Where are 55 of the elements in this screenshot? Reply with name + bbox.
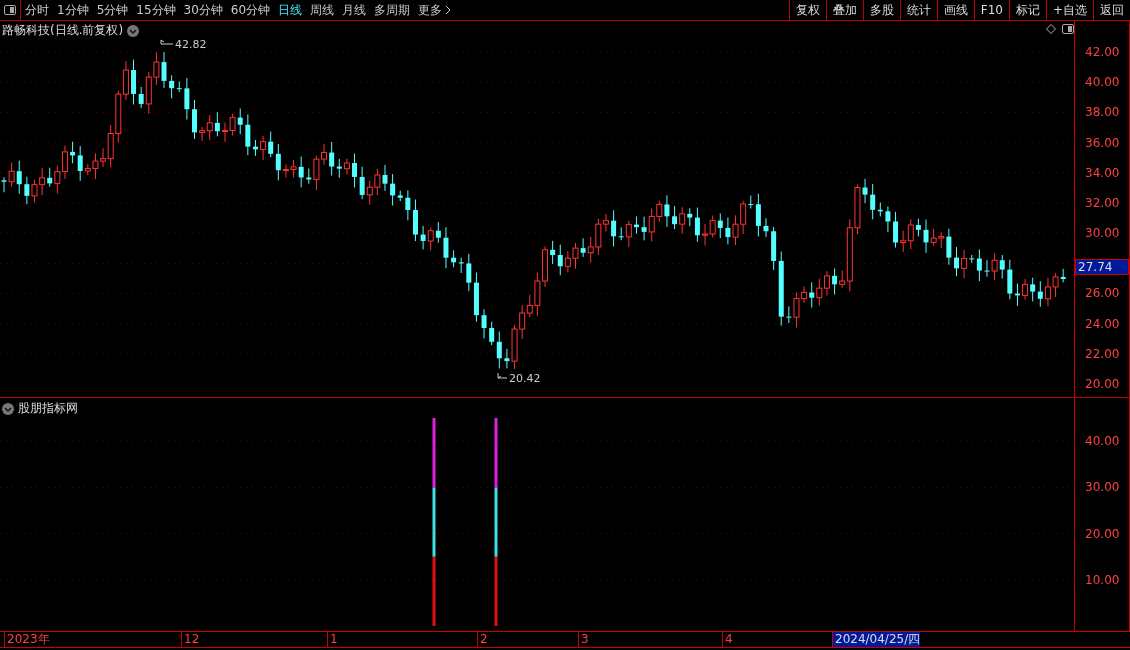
toolbar-button[interactable]: +自选 xyxy=(1045,0,1093,20)
toolbar-button[interactable]: 标记 xyxy=(1008,0,1046,20)
date-label: 2023年 xyxy=(4,632,50,647)
panel-toggle-icon[interactable] xyxy=(1062,24,1075,34)
period-tab[interactable]: 30分钟 xyxy=(179,0,227,20)
diamond-icon[interactable] xyxy=(1046,24,1057,34)
date-label: 3 xyxy=(578,632,589,647)
axis-label: 22.00 xyxy=(1085,346,1120,361)
period-tab[interactable]: 60分钟 xyxy=(226,0,275,20)
toolbar-button[interactable]: 多股 xyxy=(862,0,900,20)
leader-line xyxy=(160,39,174,45)
axis-label: 32.00 xyxy=(1085,195,1120,210)
toolbar-button[interactable]: 统计 xyxy=(899,0,937,20)
toolbar-button[interactable]: 返回 xyxy=(1093,0,1130,20)
chart-title: 路畅科技(日线.前复权) xyxy=(2,22,124,39)
axis-label: 30.00 xyxy=(1085,480,1120,495)
panel-toggle-icon[interactable] xyxy=(4,5,16,15)
toolbar-button[interactable]: 叠加 xyxy=(825,0,863,20)
axis-label: 10.00 xyxy=(1085,572,1120,587)
axis-label: 30.00 xyxy=(1085,226,1120,241)
period-tab[interactable]: 15分钟 xyxy=(132,0,180,20)
period-tab[interactable]: 周线 xyxy=(306,0,339,20)
period-tab[interactable]: 分时 xyxy=(21,0,53,20)
axis-label: 36.00 xyxy=(1085,135,1120,150)
date-label: 1 xyxy=(327,632,338,647)
axis-label: 40.00 xyxy=(1085,434,1120,449)
last-price-tag: 27.74 xyxy=(1075,259,1130,276)
axis-label: 24.00 xyxy=(1085,316,1120,331)
high-price-label: 42.82 xyxy=(175,38,207,51)
dropdown-icon[interactable] xyxy=(127,24,140,37)
indicator-title: 股朋指标网 xyxy=(18,400,78,417)
period-tab[interactable]: 月线 xyxy=(338,0,371,20)
dropdown-icon[interactable] xyxy=(2,402,14,415)
period-tab[interactable]: 5分钟 xyxy=(92,0,133,20)
axis-label: 34.00 xyxy=(1085,165,1120,180)
date-label: 2024/04/25/四 xyxy=(832,632,921,647)
axis-label: 40.00 xyxy=(1085,75,1120,90)
date-label: 2 xyxy=(477,632,488,647)
axis-label: 20.00 xyxy=(1085,376,1120,391)
axis-label: 26.00 xyxy=(1085,286,1120,301)
leader-line xyxy=(497,372,508,379)
axis-label: 20.00 xyxy=(1085,526,1120,541)
toolbar-button[interactable]: F10 xyxy=(973,0,1009,20)
period-tab[interactable]: 1分钟 xyxy=(53,0,93,20)
axis-label: 38.00 xyxy=(1085,105,1120,120)
toolbar-button[interactable]: 画线 xyxy=(936,0,974,20)
date-label: 4 xyxy=(722,632,733,647)
low-price-label: 20.42 xyxy=(509,372,541,385)
axis-label: 42.00 xyxy=(1085,45,1120,59)
chevron-right-icon xyxy=(445,5,452,15)
period-tab[interactable]: 日线 xyxy=(274,0,307,20)
toolbar-button[interactable]: 复权 xyxy=(788,0,826,20)
more-menu[interactable]: 更多 xyxy=(414,0,456,20)
period-tab[interactable]: 多周期 xyxy=(370,0,415,20)
date-label: 12 xyxy=(181,632,200,647)
